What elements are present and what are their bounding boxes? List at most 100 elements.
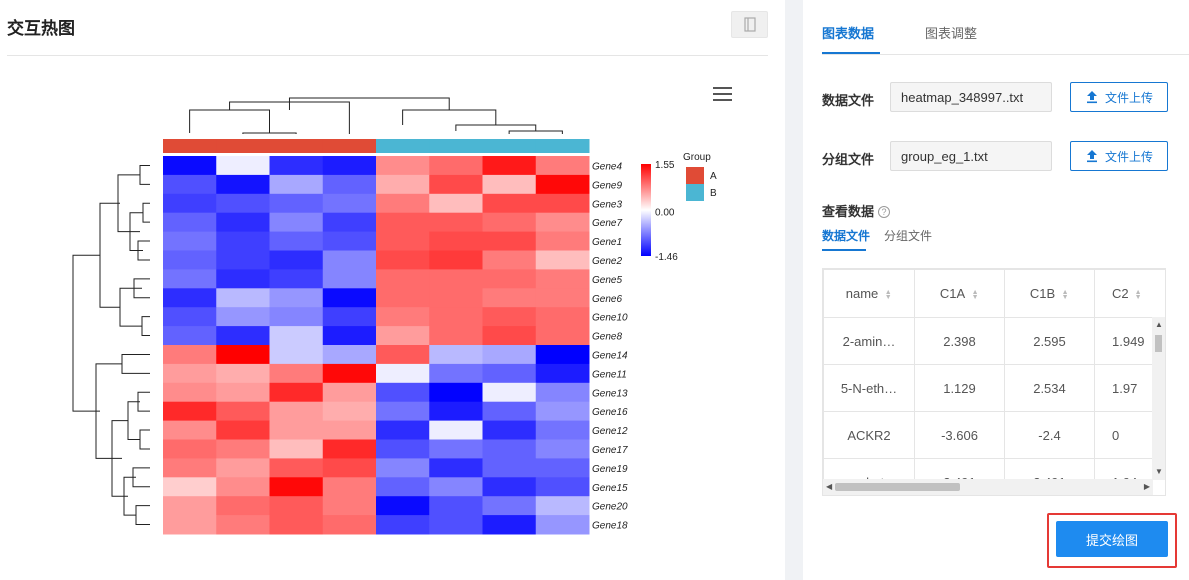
heatmap-cell <box>322 231 377 251</box>
heatmap-cell <box>322 250 377 270</box>
column-header[interactable]: C1B ▲ ▼ <box>1004 269 1095 318</box>
group-annotation-cell <box>535 139 590 153</box>
heatmap-cell <box>163 345 217 365</box>
heatmap-cell <box>216 458 270 478</box>
table-row: 2-amin… 2.398 2.595 1.949 <box>823 317 1165 365</box>
copy-button[interactable] <box>731 11 768 38</box>
heatmap-cell <box>482 345 537 365</box>
sub-tab-data-file[interactable]: 数据文件 <box>822 227 870 244</box>
heatmap-cell <box>322 156 377 176</box>
submit-plot-button[interactable]: 提交绘图 <box>1056 521 1168 557</box>
heatmap-cell <box>429 269 483 289</box>
group-file-field[interactable]: group_eg_1.txt <box>890 141 1052 171</box>
data-file-upload-button[interactable]: 文件上传 <box>1070 82 1168 112</box>
column-dendrogram-link <box>288 97 450 110</box>
group-legend-title: Group <box>683 152 711 163</box>
heatmap-cell <box>429 420 483 440</box>
heatmap-cell <box>216 515 270 535</box>
sort-icon[interactable]: ▲ ▼ <box>1135 289 1143 301</box>
heatmap-cell <box>163 477 217 497</box>
data-table-container[interactable]: name ▲ ▼ C1A ▲ ▼ C1B ▲ ▼ C2 ▲ ▼ 2-amin… 2.398 2.… <box>822 268 1166 496</box>
heatmap-cell <box>429 363 483 384</box>
heatmap-cell <box>163 250 217 270</box>
heatmap-cell <box>322 174 377 195</box>
sub-tab-group-file[interactable]: 分组文件 <box>884 227 932 244</box>
heatmap-cell <box>376 269 430 289</box>
group-annotation-cell <box>322 139 377 153</box>
group-annotation-cell <box>163 139 217 153</box>
heatmap-cell <box>376 401 430 422</box>
heatmap-cell <box>269 458 324 478</box>
group-annotation-cell <box>376 139 430 153</box>
row-dendrogram-link <box>99 202 120 308</box>
color-scale-min-label: -1.46 <box>655 252 678 263</box>
scroll-right-icon[interactable]: ▶ <box>1144 483 1150 491</box>
horizontal-scrollbar[interactable]: ◀ ▶ <box>823 479 1153 495</box>
column-header[interactable]: name ▲ ▼ <box>823 269 915 318</box>
heatmap-cell <box>163 307 217 327</box>
table-cell: -3.606 <box>914 411 1005 459</box>
heatmap-cell <box>163 269 217 289</box>
column-dendrogram-link <box>242 132 297 134</box>
upload-icon <box>1086 91 1097 104</box>
heatmap-cell <box>322 288 377 308</box>
heatmap-cell <box>163 193 217 214</box>
tab-chart-adjust[interactable]: 图表调整 <box>925 23 977 42</box>
sort-icon[interactable]: ▲ ▼ <box>884 289 892 301</box>
heatmap-cell <box>376 250 430 270</box>
column-header[interactable]: C2 ▲ ▼ <box>1094 269 1165 318</box>
heatmap-cell <box>269 439 324 459</box>
vertical-scrollbar[interactable]: ▲ ▼ <box>1152 317 1165 480</box>
data-file-label: 数据文件 <box>822 93 875 108</box>
heatmap-cell <box>535 363 590 384</box>
heatmap-cell <box>429 345 483 365</box>
table-cell: -2.4 <box>1004 411 1095 459</box>
row-dendrogram-link <box>141 316 150 337</box>
table-cell: 5-N-eth… <box>823 364 915 412</box>
heatmap-cell <box>216 288 270 308</box>
scroll-left-icon[interactable]: ◀ <box>826 483 832 491</box>
sort-icon[interactable]: ▲ ▼ <box>1061 289 1069 301</box>
row-label: Gene10 <box>592 313 628 324</box>
table-cell: 2.595 <box>1004 317 1095 365</box>
group-annotation-cell <box>482 139 537 153</box>
table-cell: 1.129 <box>914 364 1005 412</box>
row-label: Gene19 <box>592 464 628 475</box>
horizontal-scroll-thumb[interactable] <box>835 483 960 491</box>
group-file-upload-button[interactable]: 文件上传 <box>1070 141 1168 171</box>
heatmap-cell <box>535 174 590 195</box>
scroll-down-icon[interactable]: ▼ <box>1155 468 1163 476</box>
heatmap-cell <box>429 250 483 270</box>
heatmap-cell <box>163 458 217 478</box>
table-cell: 2.534 <box>1004 364 1095 412</box>
heatmap-cell <box>535 420 590 440</box>
heatmap-cell <box>376 515 430 535</box>
row-label: Gene15 <box>592 483 628 494</box>
heatmap-cell <box>216 439 270 459</box>
group-legend-swatch <box>686 167 704 184</box>
heatmap-cell <box>429 439 483 459</box>
vertical-scroll-thumb[interactable] <box>1155 335 1162 352</box>
heatmap-cell <box>376 231 430 251</box>
title-divider <box>7 55 768 56</box>
column-header[interactable]: C1A ▲ ▼ <box>914 269 1005 318</box>
group-annotation-cell <box>216 139 270 153</box>
data-file-field[interactable]: heatmap_348997..txt <box>890 82 1052 112</box>
table-cell: ACKR2 <box>823 411 915 459</box>
table-header-row: name ▲ ▼ C1A ▲ ▼ C1B ▲ ▼ C2 ▲ ▼ <box>823 269 1165 318</box>
heatmap-cell <box>322 458 377 478</box>
heatmap-chart: Gene4 Gene9 Gene3 Gene7 Gene1 Gene2 Gene5 Gene6… <box>72 97 717 535</box>
help-circle-icon[interactable]: ? <box>878 206 891 218</box>
heatmap-cell <box>322 269 377 289</box>
row-label: Gene2 <box>592 256 622 267</box>
heatmap-cell <box>163 515 217 535</box>
scroll-up-icon[interactable]: ▲ <box>1155 321 1163 329</box>
sort-icon[interactable]: ▲ ▼ <box>971 289 979 301</box>
tab-chart-data[interactable]: 图表数据 <box>822 23 874 42</box>
row-label: Gene1 <box>592 237 622 248</box>
heatmap-cell <box>322 345 377 365</box>
heatmap-cell <box>322 326 377 346</box>
heatmap-cell <box>163 420 217 440</box>
column-dendrogram-link <box>189 109 270 133</box>
heatmap-cell <box>163 326 217 346</box>
